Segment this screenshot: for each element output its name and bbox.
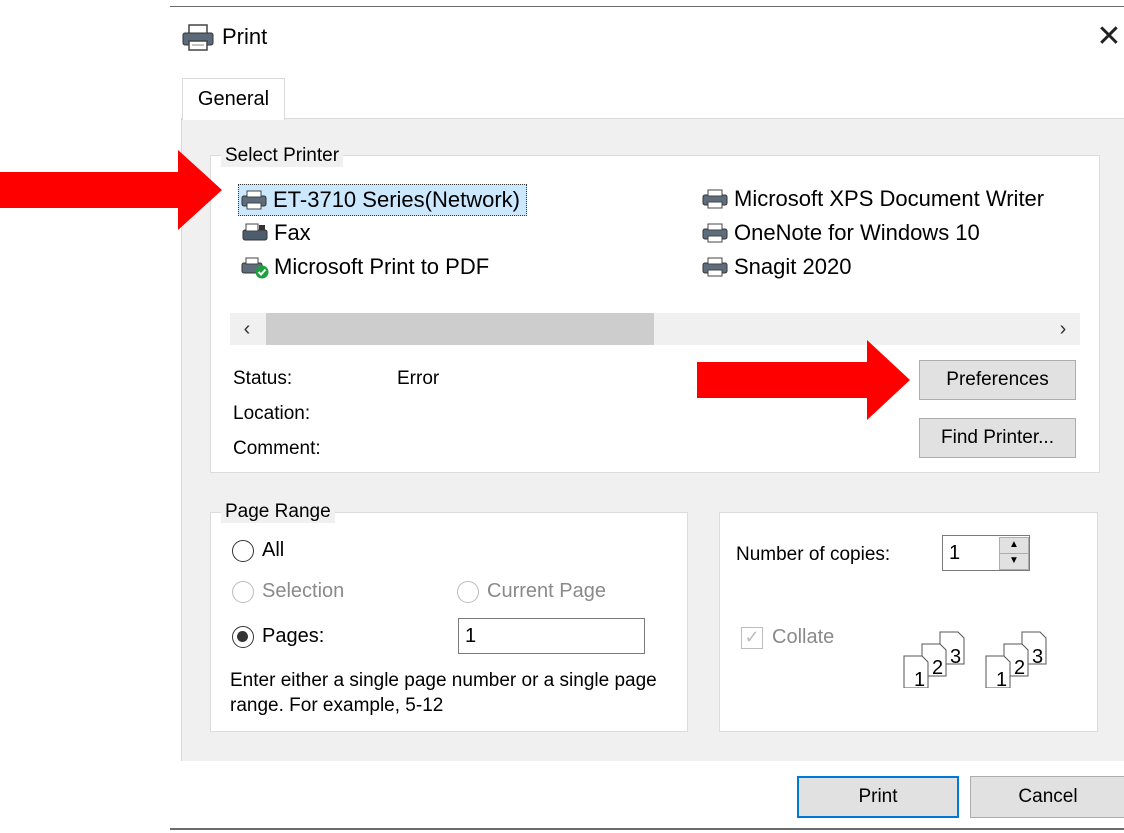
page-range-hint: Enter either a single page number or a s… (230, 670, 657, 716)
collate-icon: 3 2 1 3 2 1 (903, 631, 1047, 688)
radio-current-page-label: Current Page (487, 580, 606, 602)
collate-number: 1 (914, 669, 925, 688)
print-button[interactable]: Print (797, 776, 959, 818)
printer-name: OneNote for Windows 10 (734, 220, 980, 245)
cancel-button[interactable]: Cancel (970, 776, 1124, 818)
spin-down-icon[interactable]: ▼ (999, 553, 1029, 570)
scroll-left-icon[interactable]: ‹ (230, 313, 264, 345)
close-icon[interactable]: ✕ (1094, 22, 1124, 52)
tab-general[interactable]: General (182, 78, 285, 120)
annotation-arrow-printer (0, 150, 222, 230)
number-of-copies-label: Number of copies: (736, 544, 891, 565)
collate-number: 2 (932, 657, 943, 679)
printer-list-scrollbar[interactable]: ‹ › (230, 313, 1080, 345)
page-range-legend: Page Range (221, 501, 335, 523)
printer-item-et3710[interactable]: ET-3710 Series(Network) (238, 184, 527, 216)
radio-current-page (457, 581, 479, 603)
radio-selection-label: Selection (262, 580, 345, 602)
radio-selected-dot (237, 631, 248, 642)
collate-number: 3 (950, 646, 961, 668)
printer-name: Microsoft XPS Document Writer (734, 186, 1045, 211)
preferences-button[interactable]: Preferences (919, 360, 1076, 400)
printer-icon (182, 24, 214, 51)
select-printer-legend: Select Printer (221, 145, 344, 167)
find-printer-button[interactable]: Find Printer... (919, 418, 1076, 458)
printer-item-snagit[interactable]: Snagit 2020 (700, 252, 851, 282)
radio-all[interactable] (232, 540, 254, 562)
spin-up-icon[interactable]: ▲ (999, 537, 1029, 554)
pages-input[interactable]: 1 (458, 618, 645, 654)
printer-icon (702, 223, 728, 243)
copies-spinner[interactable]: ▲ ▼ (999, 536, 1029, 570)
scrollbar-thumb[interactable] (266, 313, 654, 345)
default-printer-icon (241, 257, 269, 279)
window-bottom-edge (170, 828, 1124, 830)
window-top-edge (170, 6, 1124, 7)
radio-pages-label: Pages: (262, 625, 325, 647)
collate-label: Collate (772, 626, 835, 648)
collate-number: 3 (1032, 646, 1043, 668)
printer-name: Snagit 2020 (734, 254, 852, 279)
arrow-shape (0, 150, 222, 230)
arrow-shape (697, 340, 910, 420)
radio-pages[interactable] (232, 626, 254, 648)
printer-name: Microsoft Print to PDF (274, 254, 490, 279)
printer-name: ET-3710 Series(Network) (273, 187, 520, 212)
radio-all-label: All (262, 539, 285, 561)
printer-item-onenote[interactable]: OneNote for Windows 10 (700, 218, 980, 248)
printer-item-fax[interactable]: Fax (240, 218, 311, 248)
printer-name: Fax (274, 220, 311, 245)
dialog-title: Print (222, 24, 268, 49)
annotation-arrow-preferences (697, 340, 910, 420)
collate-number: 1 (996, 669, 1007, 688)
status-label: Status: (233, 368, 293, 389)
fax-icon (242, 223, 268, 241)
collate-checkbox: ✓ (741, 627, 763, 649)
printer-icon (702, 189, 728, 209)
collate-number: 2 (1014, 657, 1025, 679)
status-value: Error (397, 368, 440, 389)
comment-label: Comment: (233, 438, 321, 459)
printer-item-xps[interactable]: Microsoft XPS Document Writer (700, 184, 1044, 214)
printer-item-pdf[interactable]: Microsoft Print to PDF (240, 252, 489, 282)
scroll-right-icon[interactable]: › (1046, 313, 1080, 345)
radio-selection (232, 581, 254, 603)
printer-icon (241, 190, 267, 210)
printer-icon (702, 257, 728, 277)
location-label: Location: (233, 403, 311, 424)
